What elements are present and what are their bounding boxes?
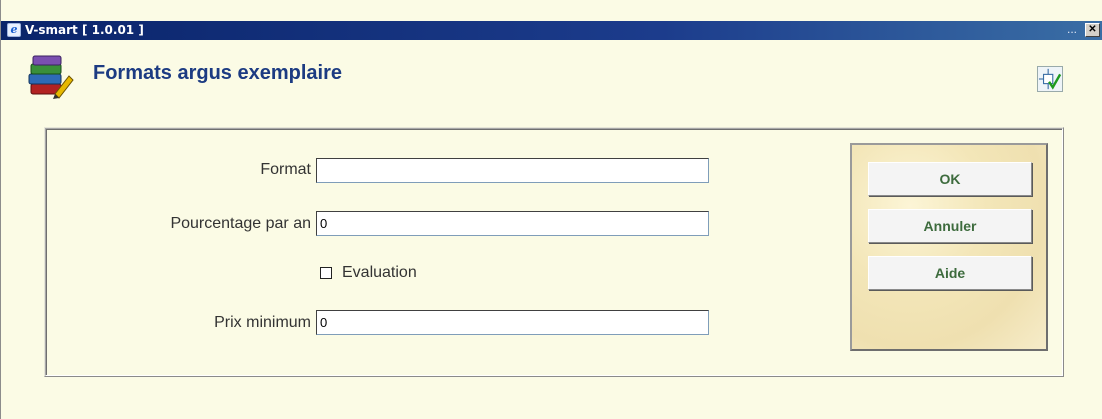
window-titlebar[interactable]: e V-smart [ 1.0.01 ] ... ✕ xyxy=(1,21,1102,40)
button-panel: OK Annuler Aide xyxy=(850,143,1048,351)
prix-minimum-input[interactable] xyxy=(316,310,709,335)
format-input[interactable] xyxy=(316,158,709,183)
close-icon: ✕ xyxy=(1088,24,1097,35)
window-title: V-smart [ 1.0.01 ] xyxy=(25,23,144,37)
pourcentage-input[interactable] xyxy=(316,211,709,236)
ok-button[interactable]: OK xyxy=(868,162,1032,196)
evaluation-row[interactable]: Evaluation xyxy=(320,264,417,282)
format-label: Format xyxy=(260,161,311,178)
app-window: e V-smart [ 1.0.01 ] ... ✕ Formats argus… xyxy=(0,0,1102,419)
titlebar-dots: ... xyxy=(1066,22,1077,36)
annuler-button[interactable]: Annuler xyxy=(868,209,1032,243)
workflow-check-icon[interactable] xyxy=(1037,66,1063,92)
ie-icon: e xyxy=(7,23,21,37)
page-title: Formats argus exemplaire xyxy=(93,62,342,84)
evaluation-checkbox[interactable] xyxy=(320,267,332,279)
evaluation-label: Evaluation xyxy=(342,264,417,281)
prix-minimum-label: Prix minimum xyxy=(214,314,311,331)
pourcentage-label: Pourcentage par an xyxy=(170,215,311,232)
close-button[interactable]: ✕ xyxy=(1085,23,1100,37)
books-icon xyxy=(28,55,74,99)
aide-button[interactable]: Aide xyxy=(868,256,1032,290)
